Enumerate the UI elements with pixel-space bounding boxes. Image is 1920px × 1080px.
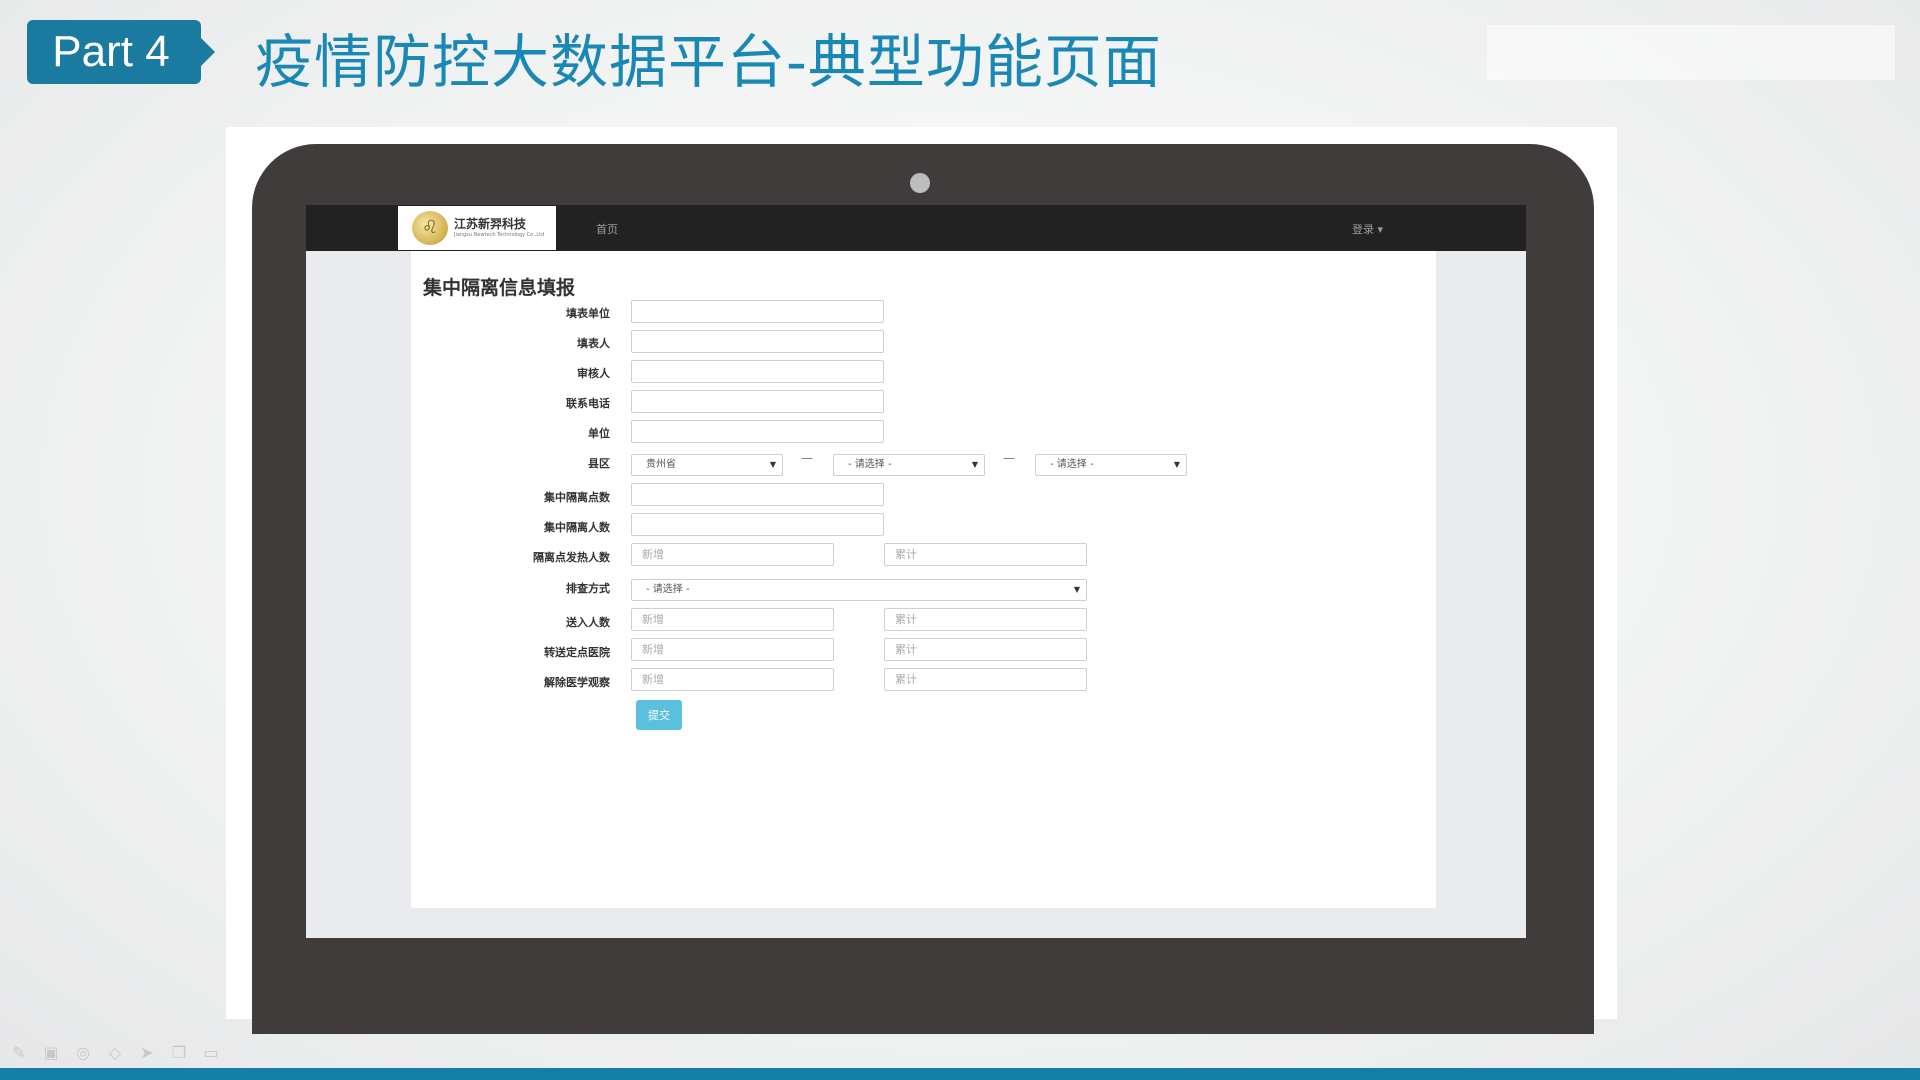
submit-button[interactable]: 提交 <box>636 700 682 730</box>
highlighter-icon[interactable]: ◇ <box>104 1044 126 1062</box>
district-select[interactable]: - 请选择 - ▼ <box>1035 454 1187 476</box>
label-unit: 单位 <box>588 427 610 440</box>
filler-input[interactable] <box>631 330 884 353</box>
part-badge: Part 4 <box>27 20 201 84</box>
label-screening-method: 排查方式 <box>566 582 610 595</box>
image-icon[interactable]: ▣ <box>40 1044 62 1062</box>
lion-logo-icon: ♌ <box>412 211 448 245</box>
caret-down-icon: ▼ <box>1073 585 1080 594</box>
label-isolation-people: 集中隔离人数 <box>544 521 610 534</box>
bottom-accent-bar <box>0 1068 1920 1080</box>
laptop-camera-icon <box>910 173 930 193</box>
top-right-placeholder <box>1487 25 1895 80</box>
reviewer-input[interactable] <box>631 360 884 383</box>
admitted-new-input[interactable] <box>631 608 834 631</box>
county-dash-2: — <box>1003 451 1015 465</box>
label-reviewer: 审核人 <box>577 367 610 380</box>
screening-method-select[interactable]: - 请选择 - ▼ <box>631 579 1087 601</box>
pen-icon[interactable]: ✎ <box>8 1044 30 1062</box>
phone-input[interactable] <box>631 390 884 413</box>
nav-login-dropdown[interactable]: 登录 ▾ <box>1352 221 1383 237</box>
label-transferred: 转送定点医院 <box>544 646 610 659</box>
form-title: 集中隔离信息填报 <box>423 277 576 299</box>
navbar: ♌ 江苏新羿科技 Jiangsu Newtech Technology Co.,… <box>306 205 1526 251</box>
eraser-icon[interactable]: ◎ <box>72 1044 94 1062</box>
laptop-screen: ♌ 江苏新羿科技 Jiangsu Newtech Technology Co.,… <box>306 205 1526 938</box>
caret-down-icon: ▼ <box>769 460 776 469</box>
transferred-new-input[interactable] <box>631 638 834 661</box>
county-dash-1: — <box>801 451 813 465</box>
city-select-value: - 请选择 - <box>848 459 892 470</box>
brand-logo[interactable]: ♌ 江苏新羿科技 Jiangsu Newtech Technology Co.,… <box>398 206 556 250</box>
logo-name: 江苏新羿科技 <box>454 217 527 231</box>
transferred-total-input[interactable] <box>884 638 1087 661</box>
province-select-value: 贵州省 <box>646 459 676 470</box>
unit-input[interactable] <box>631 420 884 443</box>
part-arrow-icon <box>201 38 215 66</box>
label-fill-unit: 填表单位 <box>566 307 610 320</box>
isolation-people-input[interactable] <box>631 513 884 536</box>
fever-new-input[interactable] <box>631 543 834 566</box>
caret-down-icon: ▼ <box>971 460 978 469</box>
nav-home-link[interactable]: 首页 <box>596 221 618 237</box>
label-phone: 联系电话 <box>566 397 610 410</box>
city-select[interactable]: - 请选择 - ▼ <box>833 454 985 476</box>
logo-subtitle: Jiangsu Newtech Technology Co.,Ltd <box>454 232 545 238</box>
label-filler: 填表人 <box>577 337 610 350</box>
label-fever-count: 隔离点发热人数 <box>533 551 610 564</box>
label-admitted: 送入人数 <box>566 616 610 629</box>
slide-title: 疫情防控大数据平台-典型功能页面 <box>255 28 1162 96</box>
province-select[interactable]: 贵州省 ▼ <box>631 454 783 476</box>
screen-icon[interactable]: ▭ <box>200 1044 222 1062</box>
screening-method-value: - 请选择 - <box>646 584 690 595</box>
form-card: 集中隔离信息填报 填表单位 填表人 审核人 联系电话 单位 县区 贵州省 ▼ —… <box>411 251 1436 908</box>
released-new-input[interactable] <box>631 668 834 691</box>
copy-icon[interactable]: ❐ <box>168 1044 190 1062</box>
pointer-icon[interactable]: ➤ <box>136 1044 158 1062</box>
fever-total-input[interactable] <box>884 543 1087 566</box>
district-select-value: - 请选择 - <box>1050 459 1094 470</box>
released-total-input[interactable] <box>884 668 1087 691</box>
logo-text: 江苏新羿科技 Jiangsu Newtech Technology Co.,Lt… <box>454 218 544 238</box>
slide-toolbar: ✎ ▣ ◎ ◇ ➤ ❐ ▭ <box>8 1044 222 1062</box>
label-released: 解除医学观察 <box>544 676 610 689</box>
label-county: 县区 <box>588 457 610 470</box>
caret-down-icon: ▼ <box>1173 460 1180 469</box>
admitted-total-input[interactable] <box>884 608 1087 631</box>
label-isolation-points: 集中隔离点数 <box>544 491 610 504</box>
isolation-points-input[interactable] <box>631 483 884 506</box>
fill-unit-input[interactable] <box>631 300 884 323</box>
